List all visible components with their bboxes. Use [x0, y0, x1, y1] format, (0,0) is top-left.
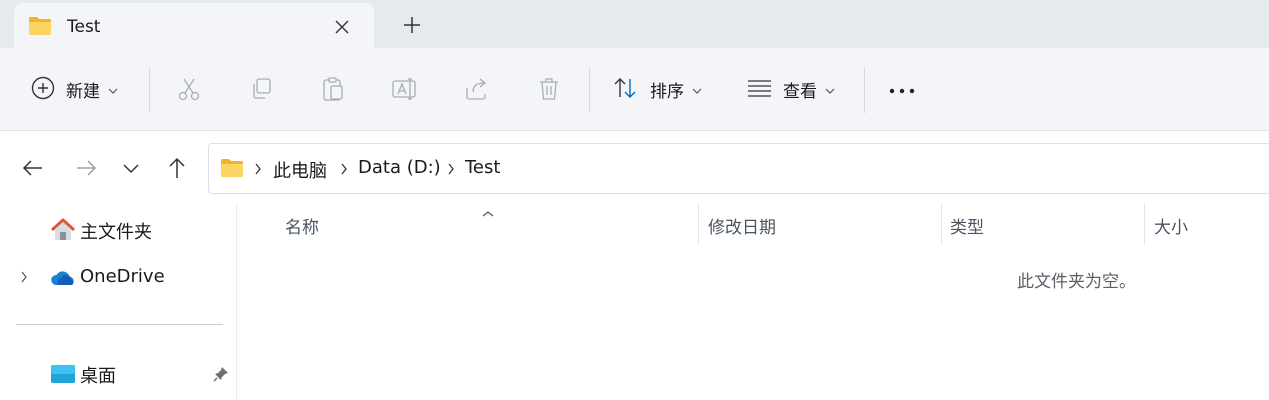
- more-options-button[interactable]: [888, 48, 916, 131]
- toolbar-divider: [589, 67, 590, 113]
- column-header-name[interactable]: 名称: [285, 213, 319, 238]
- breadcrumb-test[interactable]: Test: [465, 157, 500, 178]
- navigation-row: 此电脑 Data (D:) Test: [0, 131, 1269, 203]
- sidebar-divider: [16, 324, 223, 325]
- more-icon: [888, 80, 916, 99]
- view-button-label: 查看: [783, 82, 817, 102]
- tab-bar: Test: [0, 0, 1269, 48]
- sidebar-item-onedrive[interactable]: OneDrive: [0, 257, 237, 297]
- plus-circle-icon: [30, 75, 56, 105]
- column-divider[interactable]: [1144, 203, 1145, 245]
- breadcrumb-data-drive[interactable]: Data (D:): [358, 157, 441, 178]
- column-header-type[interactable]: 类型: [950, 213, 984, 238]
- command-bar: 新建 排序 查看: [0, 48, 1269, 131]
- breadcrumb-this-pc[interactable]: 此电脑: [273, 157, 327, 183]
- new-button[interactable]: 新建: [30, 48, 118, 131]
- share-icon[interactable]: [463, 75, 491, 103]
- folder-icon: [28, 16, 52, 40]
- delete-icon[interactable]: [535, 75, 563, 103]
- column-header-date-modified[interactable]: 修改日期: [708, 213, 776, 238]
- copy-icon[interactable]: [247, 75, 275, 103]
- rename-icon[interactable]: [391, 75, 419, 103]
- chevron-right-icon[interactable]: [340, 161, 348, 180]
- sidebar-item-home[interactable]: 主文件夹: [0, 209, 237, 249]
- tab-test[interactable]: Test: [14, 3, 374, 48]
- chevron-right-icon[interactable]: [19, 269, 29, 288]
- recent-locations-chevron-icon[interactable]: [118, 155, 144, 181]
- chevron-right-icon[interactable]: [254, 161, 262, 180]
- folder-icon: [220, 158, 244, 182]
- address-bar[interactable]: 此电脑 Data (D:) Test: [208, 143, 1269, 194]
- sidebar-item-label: 桌面: [80, 366, 116, 387]
- navigation-pane: 主文件夹 OneDrive 桌面: [0, 203, 237, 400]
- desktop-icon: [50, 364, 76, 388]
- home-icon: [50, 218, 76, 246]
- close-icon[interactable]: [330, 15, 354, 39]
- empty-folder-message: 此文件夹为空。: [1017, 272, 1136, 292]
- chevron-down-icon: [692, 80, 702, 99]
- new-tab-plus-icon[interactable]: [398, 11, 426, 39]
- up-arrow-icon[interactable]: [164, 155, 190, 181]
- view-button[interactable]: 查看: [746, 48, 835, 131]
- pin-icon[interactable]: [212, 365, 230, 387]
- column-header-size[interactable]: 大小: [1154, 213, 1188, 238]
- sort-button[interactable]: 排序: [612, 48, 702, 131]
- chevron-right-icon[interactable]: [447, 161, 455, 180]
- new-button-label: 新建: [66, 82, 100, 102]
- column-divider[interactable]: [941, 203, 942, 245]
- sort-ascending-caret-icon: [481, 203, 495, 222]
- cut-icon[interactable]: [175, 75, 203, 103]
- cloud-icon: [50, 270, 76, 290]
- column-divider[interactable]: [698, 203, 699, 245]
- toolbar-divider: [864, 67, 865, 113]
- file-list: 名称 修改日期 类型 大小 此文件夹为空。: [238, 203, 1269, 400]
- back-arrow-icon[interactable]: [20, 155, 46, 181]
- toolbar-divider: [149, 67, 150, 113]
- tab-title: Test: [67, 17, 101, 37]
- sidebar-item-label: 主文件夹: [80, 222, 152, 243]
- sidebar-item-label: OneDrive: [80, 266, 165, 287]
- chevron-down-icon: [108, 80, 118, 99]
- paste-icon[interactable]: [319, 75, 347, 103]
- view-lines-icon: [746, 78, 773, 102]
- sidebar-item-desktop[interactable]: 桌面: [0, 353, 237, 393]
- chevron-down-icon: [825, 80, 835, 99]
- forward-arrow-icon[interactable]: [73, 155, 99, 181]
- sort-icon: [612, 75, 640, 105]
- sort-button-label: 排序: [650, 82, 684, 102]
